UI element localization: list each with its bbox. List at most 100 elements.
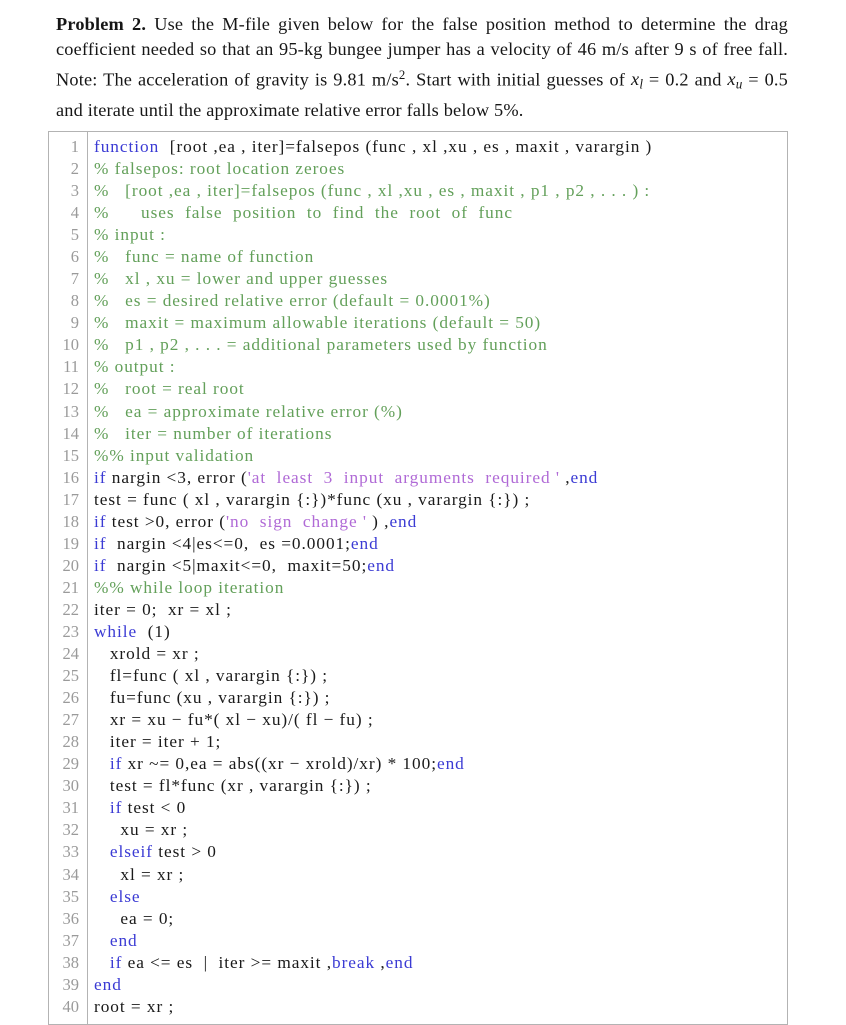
line-number: 37	[62, 930, 80, 950]
line-number: 11	[63, 357, 79, 377]
code-line: 23 while (1)	[49, 621, 787, 643]
code-text: if nargin <4|es<=0, es =0.0001;end	[86, 533, 787, 555]
line-number: 12	[62, 379, 80, 399]
code-line: 25 fl=func ( xl , varargin {:}) ;	[49, 665, 787, 687]
code-line: 36 ea = 0;	[49, 908, 787, 930]
code-token-kw: if	[109, 754, 123, 774]
code-text: % es = desired relative error (default =…	[86, 290, 787, 312]
code-token-pl: test >0, error (	[106, 511, 226, 531]
code-line: 12 % root = real root	[49, 378, 787, 400]
line-number: 40	[62, 996, 80, 1016]
line-number: 25	[62, 666, 80, 686]
code-line: 35 else	[49, 886, 787, 908]
code-line: 10 % p1 , p2 , . . . = additional paramet…	[49, 334, 787, 356]
code-token-kw: end	[436, 754, 465, 774]
code-token-kw: end	[367, 555, 396, 575]
line-number: 21	[62, 577, 80, 597]
code-token-pl: xr ~= 0,ea = abs((xr − xrold)/xr) * 100;	[122, 754, 437, 774]
code-line: 29 if xr ~= 0,ea = abs((xr − xrold)/xr) …	[49, 753, 787, 775]
line-number: 13	[62, 401, 80, 421]
code-text: % maxit = maximum allowable iterations (…	[86, 312, 787, 334]
code-line: 21 %% while loop iteration	[49, 577, 787, 599]
code-listing-body: 1 function [root ,ea , iter]=falsepos (fu…	[49, 136, 787, 1018]
code-line: 37 end	[49, 930, 787, 952]
code-text: % func = name of function	[86, 246, 787, 268]
code-token-cm: % maxit = maximum allowable iterations (…	[94, 313, 542, 333]
code-text: test = fl*func (xr , varargin {:}) ;	[86, 775, 787, 797]
code-text: end	[86, 930, 787, 952]
code-line: 1 function [root ,ea , iter]=falsepos (fu…	[49, 136, 787, 158]
code-token-pl: ) ,	[366, 511, 390, 531]
code-token-pl: (1)	[137, 622, 171, 641]
code-line: 39 end	[49, 974, 787, 996]
line-number: 9	[70, 313, 79, 333]
problem-text-part-3: = 0.2 and	[642, 69, 728, 90]
line-number: 3	[70, 181, 79, 201]
code-line: 19 if nargin <4|es<=0, es =0.0001;end	[49, 533, 787, 555]
code-text: iter = 0; xr = xl ;	[86, 599, 787, 621]
code-line: 40 root = xr ;	[49, 996, 787, 1018]
code-line: 17 test = func ( xl , varargin {:})*func …	[49, 489, 787, 511]
line-number: 7	[70, 269, 79, 289]
code-token-kw: end	[570, 467, 599, 487]
code-line: 6 % func = name of function	[49, 246, 787, 268]
code-token-pl: fl=func ( xl , varargin {:}) ;	[94, 666, 329, 686]
code-token-kw: if	[94, 511, 107, 531]
line-number: 27	[62, 710, 80, 730]
line-number: 20	[62, 555, 80, 575]
code-token-pl: iter = iter + 1;	[94, 732, 222, 752]
code-text: if nargin <3, error ('at least 3 input a…	[86, 467, 787, 489]
line-number: 23	[62, 622, 80, 641]
code-token-pl: test = fl*func (xr , varargin {:}) ;	[94, 776, 372, 796]
code-text: function [root ,ea , iter]=falsepos (fun…	[86, 136, 787, 158]
code-text: test = func ( xl , varargin {:})*func (x…	[86, 489, 787, 511]
code-text: % falsepos: root location zeroes	[86, 158, 787, 180]
code-token-kw: if	[109, 952, 123, 972]
code-token-kw: elseif	[109, 842, 153, 862]
line-number: 6	[70, 247, 79, 267]
code-token-pl: ea <= es | iter >= maxit ,	[122, 952, 332, 972]
code-token-pl: xrold = xr ;	[94, 644, 200, 664]
line-number: 18	[62, 511, 80, 531]
code-text: ea = 0;	[86, 908, 787, 930]
code-line: 11 % output :	[49, 356, 787, 378]
code-line: 20 if nargin <5|maxit<=0, maxit=50;end	[49, 555, 787, 577]
code-line: 31 if test < 0	[49, 797, 787, 819]
line-number: 17	[62, 489, 80, 509]
code-text: %% input validation	[86, 445, 787, 467]
code-line: 9 % maxit = maximum allowable iterations …	[49, 312, 787, 334]
code-token-kw: end	[94, 974, 122, 994]
code-token-cm: % iter = number of iterations	[94, 423, 333, 443]
code-text: xr = xu − fu*( xl − xu)/( fl − fu) ;	[86, 709, 787, 731]
line-number: 29	[62, 754, 80, 774]
code-line: 18 if test >0, error ('no sign change ' )…	[49, 511, 787, 533]
code-token-pl: iter = 0; xr = xl ;	[94, 599, 232, 619]
code-token-kw: if	[109, 798, 123, 818]
code-line: 15 %% input validation	[49, 445, 787, 467]
line-number: 10	[62, 335, 80, 355]
code-line: 13 % ea = approximate relative error (%)	[49, 401, 787, 423]
code-token-kw: end	[389, 511, 418, 531]
line-number: 14	[62, 423, 80, 443]
code-token-kw: if	[94, 555, 107, 575]
document-page: Problem 2. Use the M-file given below fo…	[0, 0, 846, 1025]
line-number: 24	[62, 644, 80, 664]
code-text: % input :	[86, 224, 787, 246]
problem-label: Problem 2.	[56, 14, 147, 34]
problem-statement: Problem 2. Use the M-file given below fo…	[56, 12, 788, 123]
code-text: if ea <= es | iter >= maxit ,break ,end	[86, 952, 787, 974]
code-text: % uses false position to find the root o…	[86, 202, 787, 224]
code-line: 26 fu=func (xu , varargin {:}) ;	[49, 687, 787, 709]
code-token-pl: test < 0	[122, 798, 187, 818]
code-token-pl: ,	[375, 952, 386, 972]
code-text: iter = iter + 1;	[86, 731, 787, 753]
code-token-cm: % falsepos: root location zeroes	[94, 159, 346, 179]
code-text: if nargin <5|maxit<=0, maxit=50;end	[86, 555, 787, 577]
code-token-cm: % p1 , p2 , . . . = additional parameter…	[94, 335, 548, 355]
code-text: if test >0, error ('no sign change ' ) ,…	[86, 511, 787, 533]
code-text: %% while loop iteration	[86, 577, 787, 599]
code-line: 28 iter = iter + 1;	[49, 731, 787, 753]
code-token-kw: else	[109, 886, 141, 906]
